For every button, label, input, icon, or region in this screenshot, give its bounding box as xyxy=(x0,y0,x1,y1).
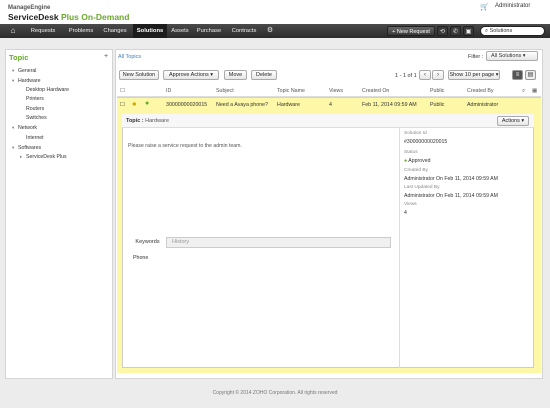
created-by-label: Created By xyxy=(404,168,428,173)
tab-contracts[interactable]: Contracts xyxy=(228,24,260,38)
keywords-value: Phone xyxy=(133,255,149,261)
tree-item-routers[interactable]: Routers xyxy=(26,106,44,112)
tab-solutions[interactable]: Solutions xyxy=(133,24,167,38)
row-created-by: Administrator xyxy=(467,102,499,108)
new-solution-button[interactable]: New Solution xyxy=(119,70,159,80)
add-topic-icon[interactable]: + xyxy=(104,53,108,60)
row-topic: Hardware xyxy=(277,102,300,108)
views-value: 4 xyxy=(404,210,407,216)
detail-divider xyxy=(399,128,400,368)
row-created-on: Feb 11, 2014 09:59 AM xyxy=(362,102,417,108)
tree-item-hardware[interactable]: Hardware xyxy=(18,78,41,84)
detail-view-icon[interactable]: ▤ xyxy=(525,70,536,80)
collapse-icon[interactable]: ▾ xyxy=(12,145,14,151)
collapse-icon[interactable]: ▾ xyxy=(12,68,14,74)
logo-product: ServiceDesk Plus On-Demand xyxy=(8,12,130,22)
move-button[interactable]: Move xyxy=(224,70,247,80)
solution-body: Please raise a service request to the ad… xyxy=(128,143,242,149)
star-icon[interactable]: ✱ xyxy=(132,102,136,108)
logo-brand: ManageEngine xyxy=(8,5,51,11)
collapse-icon[interactable]: ▾ xyxy=(12,78,14,84)
search-input[interactable]: ⌕ Solutions xyxy=(480,26,545,36)
topic-sidebar: Topic + xyxy=(5,49,113,379)
row-id[interactable]: 30000000020015 xyxy=(166,102,207,108)
detail-header xyxy=(122,114,534,128)
col-subject[interactable]: Subject xyxy=(216,88,234,94)
tree-item-switches[interactable]: Switches xyxy=(26,115,47,121)
pager-info: 1 - 1 of 1 xyxy=(395,73,417,79)
per-page-select[interactable]: Show 10 per page ▾ xyxy=(448,70,500,80)
new-request-button[interactable]: + New Request xyxy=(387,26,435,36)
row-public: Public xyxy=(430,102,445,108)
cart-icon[interactable]: 🛒 xyxy=(480,3,489,11)
updated-by-label: Last Updated By xyxy=(404,185,440,190)
phone-icon[interactable]: ✆ xyxy=(450,26,461,36)
col-id[interactable]: ID xyxy=(166,88,171,94)
views-label: Views xyxy=(404,202,417,207)
expand-icon[interactable]: ▸ xyxy=(20,154,22,160)
filter-select[interactable]: All Solutions ▾ xyxy=(486,51,538,61)
list-view-icon[interactable]: ≡ xyxy=(512,70,523,80)
search-column-icon[interactable]: ⌕ xyxy=(522,88,525,95)
tree-item-softwares[interactable]: Softwares xyxy=(18,145,41,151)
main-nav: ⌂ Requests Problems Changes Solutions As… xyxy=(0,24,550,38)
reminder-icon[interactable]: ▣ xyxy=(463,26,474,36)
footer: Copyright © 2014 ZOHO Corporation. All r… xyxy=(212,390,338,396)
updated-by: Administrator On Feb 11, 2014 09:59 AM xyxy=(404,193,498,199)
solution-id-label: Solution Id xyxy=(404,131,427,136)
user-menu[interactable]: Administrator xyxy=(495,3,530,9)
quick-action-icon[interactable]: ⟲ xyxy=(437,26,448,36)
breadcrumb[interactable]: All Topics xyxy=(118,54,141,60)
sidebar-title: Topic xyxy=(9,53,29,62)
collapse-icon[interactable]: ▾ xyxy=(12,125,14,131)
col-created-on[interactable]: Created On xyxy=(362,88,389,94)
home-icon[interactable]: ⌂ xyxy=(2,24,24,38)
approve-actions-button[interactable]: Approve Actions ▾ xyxy=(163,70,219,80)
col-views[interactable]: Views xyxy=(329,88,343,94)
tree-item-desktop-hardware[interactable]: Desktop Hardware xyxy=(26,87,69,93)
tree-item-general[interactable]: General xyxy=(18,68,36,74)
row-views: 4 xyxy=(329,102,332,108)
tree-item-printers[interactable]: Printers xyxy=(26,96,44,102)
row-subject[interactable]: Need a Avaya phone? xyxy=(216,102,268,108)
approved-dot-icon: ● xyxy=(404,158,408,164)
select-all-checkbox[interactable]: ☐ xyxy=(120,88,125,94)
tree-item-network[interactable]: Network xyxy=(18,125,37,131)
gear-icon[interactable]: ⚙ xyxy=(262,24,278,38)
detail-tabs xyxy=(129,237,391,248)
tree-item-internet[interactable]: Internet xyxy=(26,135,44,141)
row-checkbox[interactable]: ☐ xyxy=(120,102,125,108)
status-badge: ● Approved xyxy=(404,158,431,164)
tab-history[interactable]: History xyxy=(172,237,189,248)
tab-changes[interactable]: Changes xyxy=(100,24,130,38)
tab-requests[interactable]: Requests xyxy=(28,24,58,38)
status-label: Status xyxy=(404,150,418,155)
col-public[interactable]: Public xyxy=(430,88,444,94)
tree-item-servicedesk-plus[interactable]: ServiceDesk Plus xyxy=(26,154,67,160)
created-by: Administrator On Feb 11, 2014 09:59 AM xyxy=(404,176,498,182)
col-topic-name[interactable]: Topic Name xyxy=(277,88,305,94)
app-header: ManageEngine ServiceDesk Plus On-Demand … xyxy=(0,0,550,24)
column-chooser-icon[interactable]: ▦ xyxy=(532,88,537,94)
tab-problems[interactable]: Problems xyxy=(64,24,98,38)
actions-button[interactable]: Actions ▾ xyxy=(497,116,529,126)
prev-page-button[interactable]: ‹ xyxy=(419,70,431,80)
delete-button[interactable]: Delete xyxy=(251,70,277,80)
tab-assets[interactable]: Assets xyxy=(168,24,192,38)
solution-id: #30000000020015 xyxy=(404,139,448,145)
tab-keywords[interactable]: Keywords xyxy=(129,237,167,248)
next-page-button[interactable]: › xyxy=(432,70,444,80)
status-dot-icon: ● xyxy=(145,100,150,107)
detail-topic: Topic : Hardware xyxy=(126,118,169,124)
filter-label: Filter : xyxy=(468,54,484,60)
col-created-by[interactable]: Created By xyxy=(467,88,494,94)
tab-purchase[interactable]: Purchase xyxy=(194,24,224,38)
